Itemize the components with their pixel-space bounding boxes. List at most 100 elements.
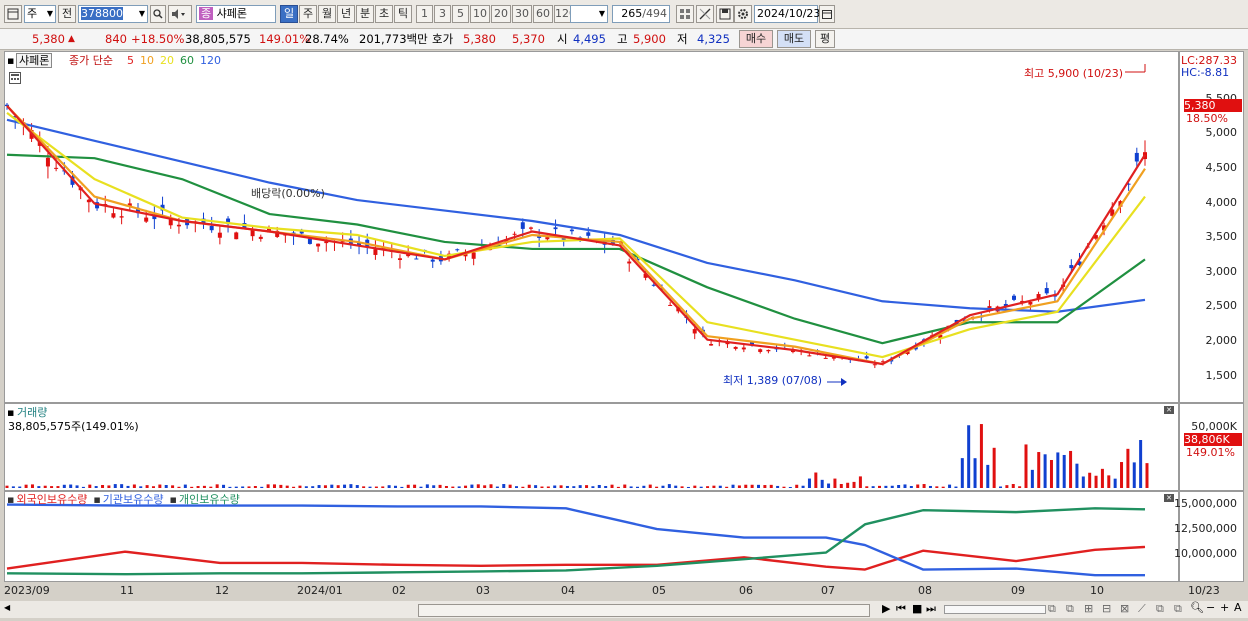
stock-name-tag: 샤페론 — [16, 53, 53, 68]
volume-bar — [960, 458, 964, 488]
auto-scale-icon[interactable]: A — [1234, 601, 1242, 614]
period-button[interactable]: 주 — [299, 5, 317, 23]
volume-bar — [202, 485, 206, 488]
low-price: 4,325 — [697, 32, 730, 46]
x-axis-label: 10 — [1090, 584, 1104, 597]
prefix-button[interactable]: 전 — [58, 5, 76, 23]
panel-menu-icon[interactable]: ▪ — [93, 493, 100, 506]
speed-slider[interactable] — [944, 605, 1046, 614]
volume-panel[interactable]: ▪ 거래량 38,805,575주(149.01%) ✕ — [4, 403, 1179, 491]
period-button[interactable]: 일 — [280, 5, 298, 23]
layout-icon[interactable]: ⊠ — [1120, 602, 1129, 615]
panel-menu-icon[interactable]: ▪ — [170, 493, 177, 506]
window-icon[interactable] — [4, 5, 22, 23]
volume-bar — [330, 484, 334, 488]
holdings-legend-item: 외국인보유수량 — [16, 493, 88, 506]
date-input[interactable]: 2024/10/23 — [754, 5, 820, 23]
interval-button[interactable]: 3 — [434, 5, 451, 23]
tile-icon[interactable]: ⧉ — [1066, 602, 1074, 616]
interval-button[interactable]: 60 — [533, 5, 553, 23]
split-icon[interactable]: ⊞ — [1084, 602, 1093, 615]
scroll-left-icon[interactable]: ◀ — [4, 603, 14, 615]
panel-menu-icon[interactable]: ▪ — [7, 54, 14, 67]
volume-bar — [1126, 448, 1130, 488]
link-icon[interactable]: ⧉ — [1156, 602, 1164, 616]
interval-button[interactable]: 10 — [470, 5, 490, 23]
scrollbar-thumb[interactable] — [418, 604, 870, 617]
panel-menu-icon[interactable]: ▪ — [7, 493, 14, 506]
volume-bar — [916, 484, 920, 488]
period-button[interactable]: 틱 — [394, 5, 412, 23]
interval-button[interactable]: 5 — [452, 5, 469, 23]
volume-bar — [833, 478, 837, 488]
ask-price: 5,380 — [463, 32, 496, 46]
volume-bar — [285, 485, 289, 488]
interval-button[interactable]: 20 — [491, 5, 511, 23]
buy-button[interactable]: 매수 — [739, 30, 773, 48]
volume-current-tag: 38,806K — [1184, 433, 1242, 446]
calculator-icon[interactable] — [9, 72, 21, 87]
market-select[interactable]: 주 ▼ — [24, 5, 56, 23]
volume-bar — [1069, 450, 1073, 488]
copy-icon[interactable]: ⧉ — [1048, 602, 1056, 616]
volume-bar — [355, 485, 359, 488]
volume-bar — [132, 484, 136, 488]
up-arrow-icon: ▲ — [68, 34, 75, 44]
change-percent: +18.50% — [131, 32, 185, 46]
grid-icon[interactable] — [676, 5, 694, 23]
sell-button[interactable]: 매도 — [777, 30, 811, 48]
x-axis-label: 08 — [918, 584, 932, 597]
interval-button[interactable]: 1 — [416, 5, 433, 23]
volume-bar — [1056, 452, 1060, 488]
volume-value: 38,805,575 — [185, 32, 251, 46]
period-button[interactable]: 년 — [337, 5, 355, 23]
close-icon[interactable]: ✕ — [1164, 494, 1174, 502]
zoom-out-icon[interactable]: − — [1206, 601, 1215, 614]
volume-bar — [1062, 454, 1066, 488]
draw-tool-icon[interactable] — [696, 5, 714, 23]
volume-bar — [788, 486, 792, 488]
play-icon[interactable]: ▶ — [882, 602, 890, 615]
window-icon[interactable]: ⊟ — [1102, 602, 1111, 615]
volume-bar — [215, 484, 219, 488]
holdings-panel[interactable]: ▪ 외국인보유수량 ▪ 기관보유수량 ▪ 개인보유수량 ✕ — [4, 491, 1179, 582]
horizontal-scrollbar[interactable]: ◀ — [0, 601, 880, 618]
zoom-in-icon[interactable]: + — [1220, 601, 1229, 614]
price-chart-panel[interactable]: ▪ 샤페론 종가 단순 5 10 20 60 120 최고 5,900 (10/23) … — [4, 51, 1179, 403]
diagonal-tool-icon[interactable]: ⟋ — [1138, 602, 1146, 616]
zoom-search-icon[interactable]: 🔍︎ — [1190, 601, 1204, 614]
period-button[interactable]: 월 — [318, 5, 336, 23]
calendar-icon[interactable] — [819, 5, 835, 23]
period-dropdown[interactable]: ▼ — [570, 5, 608, 23]
candle-body — [741, 347, 746, 350]
speaker-icon[interactable] — [168, 5, 192, 23]
count-field[interactable]: 265/494 — [612, 5, 670, 23]
stock-code-input[interactable]: 378800 ▼ — [78, 5, 148, 23]
stop-icon[interactable]: ■ — [912, 602, 922, 615]
save-icon[interactable] — [716, 5, 734, 23]
volume-bar — [559, 485, 563, 488]
volume-bar — [999, 486, 1003, 488]
ma-legend: 5 10 20 60 120 — [127, 54, 227, 67]
period-button[interactable]: 분 — [356, 5, 374, 23]
x-end-label: 10/23 — [1188, 584, 1220, 597]
period-button[interactable]: 초 — [375, 5, 393, 23]
volume-bar — [1037, 452, 1041, 488]
close-icon[interactable]: ✕ — [1164, 406, 1174, 414]
dividend-note: 배당락(0.00%) — [251, 187, 325, 200]
search-icon[interactable] — [150, 5, 166, 23]
stock-name-field[interactable]: 종 샤페론 — [196, 5, 276, 23]
volume-bar — [495, 486, 499, 488]
eval-button[interactable]: 평 — [815, 30, 835, 48]
candle-body — [1012, 295, 1017, 300]
gear-icon[interactable] — [734, 5, 752, 23]
multi-chart-icon[interactable]: ⧉ — [1174, 602, 1182, 616]
holdings-y-axis: 15,000,000 12,500,000 10,000,000 — [1174, 491, 1244, 582]
fast-forward-icon[interactable]: ⏭ — [926, 602, 936, 616]
panel-menu-icon[interactable]: ▪ — [7, 406, 14, 419]
rewind-icon[interactable]: ⏮ — [896, 602, 906, 616]
volume-bar — [508, 484, 512, 488]
volume-bar — [814, 472, 818, 488]
interval-button[interactable]: 30 — [512, 5, 532, 23]
volume-bar — [151, 486, 155, 488]
